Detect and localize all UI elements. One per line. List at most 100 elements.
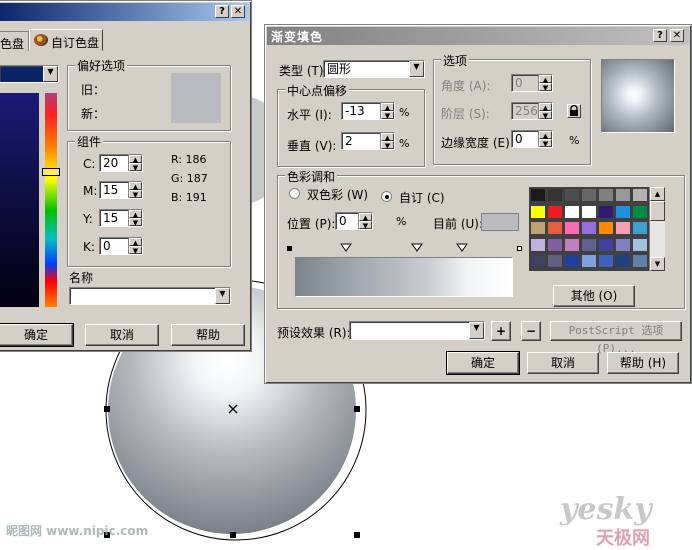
palette-swatch[interactable] [530,237,546,252]
angle-label: 角度 (A): [441,79,491,93]
center-offset-group [277,89,425,167]
palette-swatch[interactable] [530,204,546,219]
color-preview [171,73,221,123]
lock-icon[interactable] [567,104,581,118]
gradient-ramp[interactable] [295,257,513,297]
palette-swatch[interactable] [581,254,597,269]
selection-handle[interactable] [104,406,110,412]
y-spinner[interactable]: ▲ ▼ [128,210,142,227]
preset-dropdown[interactable]: ▼ [469,322,484,339]
preset-combobox[interactable] [349,321,485,340]
gradient-preview [601,59,675,133]
palette-swatch[interactable] [564,204,580,219]
palette-swatch[interactable] [547,237,563,252]
remove-preset-button[interactable]: − [521,321,541,341]
scroll-down-arrow[interactable]: ▼ [650,257,665,271]
gradient-start-marker[interactable] [287,246,292,251]
other-button[interactable]: 其他 (O) [553,285,635,307]
cancel-button[interactable]: 取消 [527,352,599,374]
palette-swatch[interactable] [615,237,631,252]
r-readout: R: 186 [171,153,207,166]
help-button[interactable]: 帮助 [171,324,245,346]
selection-handle[interactable] [354,406,360,412]
tab-custom-palette[interactable]: 自订色盘 [29,29,103,51]
selection-handle[interactable] [230,532,236,538]
color-field[interactable] [0,93,39,307]
name-label: 名称 [69,271,94,285]
hue-slider[interactable] [45,93,57,307]
palette-swatch[interactable] [564,237,580,252]
name-combobox[interactable] [69,287,231,305]
palette-select-dropdown[interactable]: ▼ [43,66,58,82]
palette-swatch[interactable] [581,237,597,252]
k-spinner[interactable]: ▲ ▼ [128,238,142,255]
close-title-button[interactable]: ✕ [231,5,245,18]
type-dropdown[interactable]: ▼ [409,61,424,77]
horizontal-spinner[interactable]: ▲ ▼ [380,103,394,120]
ok-button[interactable]: 确定 [0,323,74,347]
m-spinner[interactable]: ▲ ▼ [128,182,142,199]
position-label: 位置 (P): [287,217,336,231]
vertical-spinner[interactable]: ▲ ▼ [380,133,394,150]
palette-swatch[interactable] [598,221,614,236]
palette-swatch[interactable] [547,204,563,219]
palette-swatch[interactable] [615,221,631,236]
palette-swatch[interactable] [598,254,614,269]
palette-swatch[interactable] [530,188,546,202]
g-readout: G: 187 [171,172,208,185]
tab-palette[interactable]: 色盘 [0,31,29,51]
palette-swatch[interactable] [564,221,580,236]
gradient-stop-triangles[interactable] [295,243,515,255]
cancel-button[interactable]: 取消 [85,324,159,346]
palette-swatch[interactable] [581,221,597,236]
close-title-button[interactable]: ✕ [670,29,684,42]
two-color-radio[interactable] [289,188,300,199]
k-label: K: [83,240,95,254]
palette-swatch[interactable] [547,254,563,269]
palette-swatch[interactable] [564,254,580,269]
palette-swatch[interactable] [547,188,563,202]
gradient-end-marker[interactable] [517,246,522,251]
palette-swatch[interactable] [632,204,648,219]
b-readout: B: 191 [171,191,207,204]
edge-width-spinner[interactable]: ▲ ▼ [538,131,552,148]
palette-swatch[interactable] [547,221,563,236]
palette-swatch[interactable] [632,254,648,269]
current-color-swatch[interactable] [481,213,519,231]
palette-swatch[interactable] [564,188,580,202]
gradient-dialog-title: 渐变填色 [271,30,324,44]
m-label: M: [83,184,98,198]
c-spinner[interactable]: ▲ ▼ [128,155,142,172]
help-button[interactable]: 帮助 (H) [607,352,679,374]
position-spinner[interactable]: ▲ ▼ [358,213,372,230]
steps-spinner[interactable]: ▲ ▼ [538,103,552,120]
palette-swatch[interactable] [615,254,631,269]
angle-spinner[interactable]: ▲ ▼ [538,75,552,92]
palette-swatch[interactable] [615,188,631,202]
c-label: C: [83,157,96,171]
selection-handle[interactable] [354,532,360,538]
palette-swatch[interactable] [581,204,597,219]
palette-swatch[interactable] [598,204,614,219]
two-color-label: 双色彩 (W) [307,188,369,202]
ok-button[interactable]: 确定 [446,351,520,375]
help-title-button[interactable]: ? [653,29,667,42]
add-preset-button[interactable]: + [491,321,511,341]
custom-radio[interactable] [381,191,392,202]
name-dropdown[interactable]: ▼ [215,288,230,304]
palette-swatch[interactable] [530,254,546,269]
palette-swatch[interactable] [581,188,597,202]
palette-swatch[interactable] [615,204,631,219]
scroll-thumb[interactable] [650,201,665,221]
palette-scrollbar[interactable]: ▲ ▼ [649,187,665,271]
palette-swatch[interactable] [530,221,546,236]
palette-swatch[interactable] [598,237,614,252]
palette-swatch[interactable] [632,221,648,236]
palette-swatch[interactable] [598,188,614,202]
palette-swatch[interactable] [632,188,648,202]
hue-slider-thumb[interactable] [42,168,60,176]
scroll-up-arrow[interactable]: ▲ [650,187,665,201]
palette-swatch[interactable] [632,237,648,252]
postscript-options-button[interactable]: PostScript 选项 (P)... [550,321,682,355]
help-title-button[interactable]: ? [215,5,229,18]
